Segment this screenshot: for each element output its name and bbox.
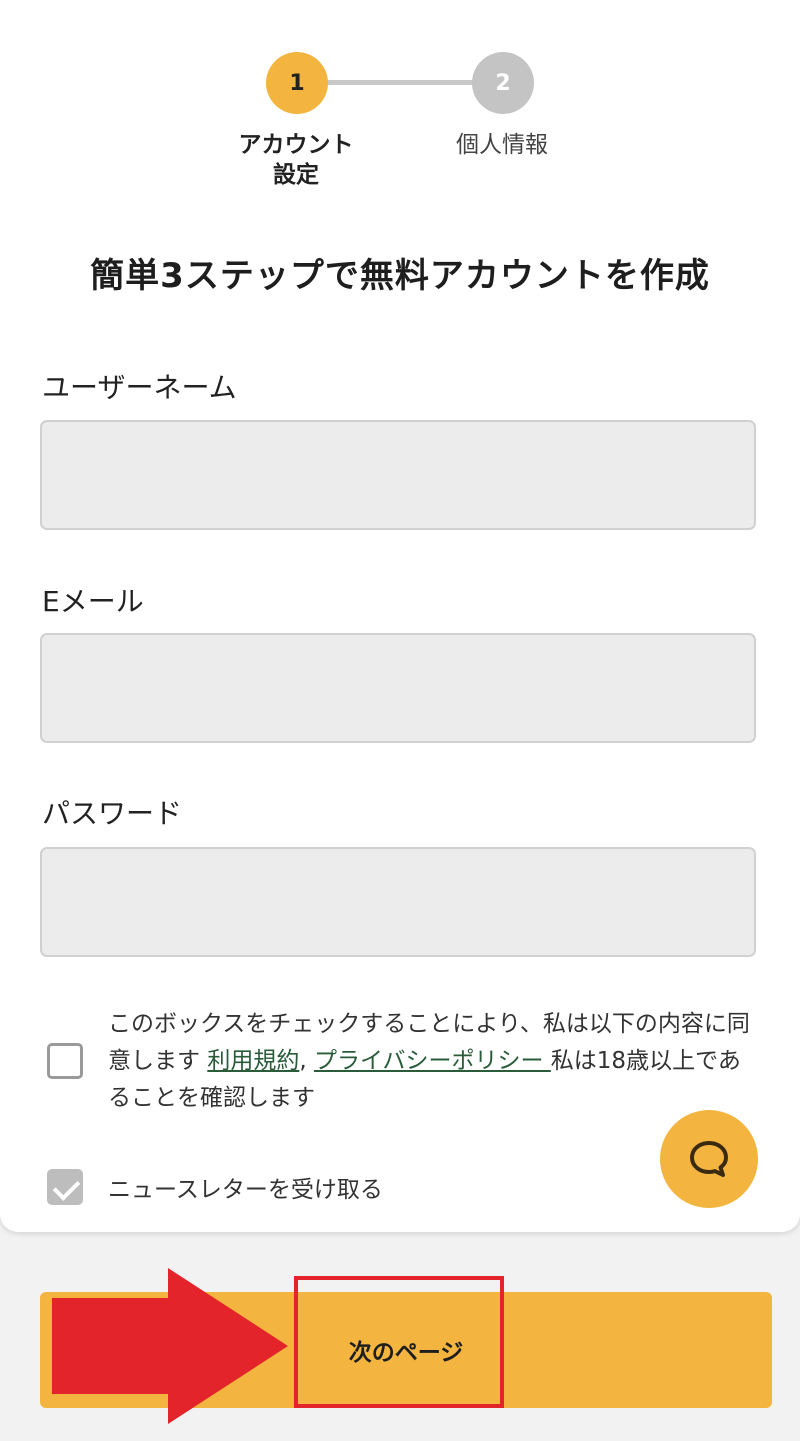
username-input[interactable]: [40, 420, 756, 530]
step-2-indicator: 2: [472, 52, 534, 114]
terms-link[interactable]: 利用規約: [207, 1048, 299, 1074]
newsletter-label: ニュースレターを受け取る: [108, 1177, 383, 1203]
chat-button[interactable]: [660, 1110, 758, 1208]
email-input[interactable]: [40, 633, 756, 743]
chat-bubble-icon: [690, 1141, 728, 1177]
email-label: Eメール: [42, 585, 144, 618]
step-1-label: アカウント 設定: [238, 132, 354, 188]
step-2-label: 個人情報: [456, 132, 548, 158]
signup-page: 1 2 アカウント 設定 個人情報 簡単3ステップで無料アカウントを作成 ユーザ…: [0, 0, 800, 1441]
page-title: 簡単3ステップで無料アカウントを作成: [90, 256, 710, 296]
check-mark-icon: [52, 1173, 81, 1201]
password-input[interactable]: [40, 847, 756, 957]
next-page-button[interactable]: 次のページ: [40, 1292, 772, 1408]
stepper-connector: [326, 80, 476, 85]
password-label: パスワード: [42, 797, 183, 830]
username-label: ユーザーネーム: [42, 371, 237, 404]
consent-checkbox[interactable]: [47, 1043, 83, 1079]
step-1-indicator: 1: [266, 52, 328, 114]
consent-separator: ,: [299, 1048, 314, 1074]
privacy-policy-link[interactable]: プライバシーポリシー: [314, 1048, 551, 1074]
newsletter-checkbox[interactable]: [47, 1169, 83, 1205]
signup-card: 1 2 アカウント 設定 個人情報 簡単3ステップで無料アカウントを作成 ユーザ…: [0, 0, 800, 1232]
consent-text: このボックスをチェックすることにより、私は以下の内容に同意します 利用規約, プ…: [108, 1006, 758, 1117]
